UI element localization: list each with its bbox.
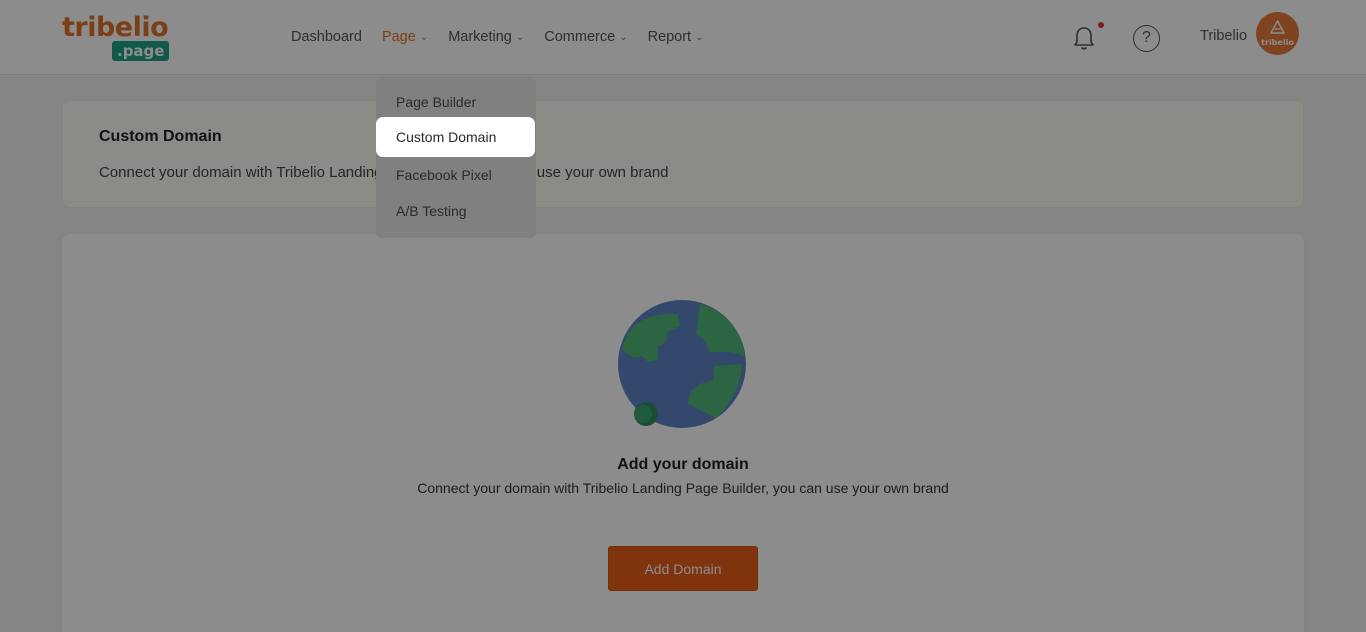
menu-item-custom-domain[interactable]: Custom Domain [376, 117, 535, 157]
menu-item-page-builder[interactable]: Page Builder [376, 83, 536, 121]
menu-item-label: Custom Domain [396, 129, 497, 145]
menu-item-label: A/B Testing [396, 203, 467, 219]
page-dropdown-menu: Page Builder Custom Domain Facebook Pixe… [376, 76, 536, 238]
menu-item-ab-testing[interactable]: A/B Testing [376, 192, 536, 230]
modal-overlay[interactable] [0, 0, 1366, 632]
menu-item-facebook-pixel[interactable]: Facebook Pixel [376, 156, 536, 194]
menu-item-label: Facebook Pixel [396, 167, 492, 183]
menu-item-label: Page Builder [396, 94, 477, 110]
